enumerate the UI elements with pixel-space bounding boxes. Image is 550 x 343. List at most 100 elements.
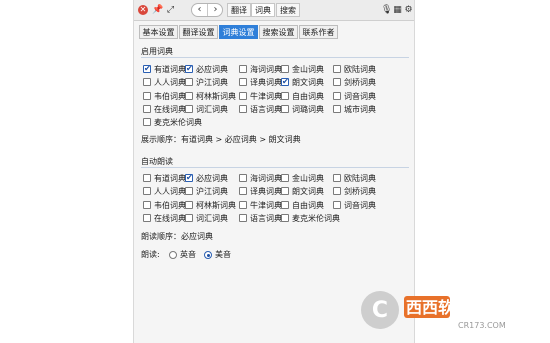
watermark-letter: C [372,298,388,323]
autoread-dictionary-label: 牛津词典 [250,200,282,210]
enabled-dictionary-checkbox[interactable] [143,91,151,100]
autoread-dictionary-label: 柯林斯词典 [196,200,236,210]
tab-search-settings[interactable]: 搜索设置 [259,25,298,39]
accent-radio-uk[interactable] [169,251,177,259]
enabled-dictionary-label: 有道词典 [154,65,186,74]
display-order-text: 展示顺序：有道词典 > 必应词典 > 朗文词典 [141,135,301,144]
autoread-dictionary-label: 语言词典 [250,213,282,223]
autoread-dictionary-label: 译典词典 [250,187,282,197]
enabled-section-title: 启用词典 [141,47,173,56]
topnav-search[interactable]: 搜索 [276,3,300,17]
enabled-dictionary-checkbox[interactable] [143,104,151,113]
read-order-text: 朗读顺序：必应词典 [141,232,213,241]
enabled-dictionary-label: 韦伯词典 [154,91,186,101]
enabled-dictionary-label: 剑桥词典 [344,78,376,88]
autoread-dictionary-checkbox[interactable] [185,213,193,222]
autoread-dictionary-checkbox[interactable] [143,174,151,182]
microphone-icon[interactable]: 🎙 [381,5,392,16]
enabled-dictionary-label: 沪江词典 [196,78,228,88]
enabled-dictionary-label: 在线词典 [154,104,186,114]
autoread-dictionary-checkbox[interactable] [185,172,193,183]
autoread-dictionary-checkbox[interactable] [239,174,247,182]
enabled-dictionary-label: 必应词典 [196,65,228,74]
autoread-dictionary-checkbox[interactable] [281,200,289,209]
accent-label: 朗读: [141,250,160,259]
autoread-dictionary-label: 韦伯词典 [154,200,186,210]
autoread-dictionary-checkbox[interactable] [143,187,151,196]
autoread-dictionary-label: 词音词典 [344,200,376,210]
enabled-dictionary-checkbox[interactable] [239,104,247,113]
close-icon[interactable]: ✕ [138,5,148,15]
enabled-dictionary-checkbox[interactable] [281,76,289,87]
gear-icon[interactable]: ⚙ [403,5,414,16]
autoread-dictionary-label: 人人词典 [154,187,186,197]
divider [141,167,409,168]
enabled-dictionary-checkbox[interactable] [333,91,341,100]
forward-arrow-icon[interactable]: › [208,4,223,16]
accent-radio-us[interactable] [204,251,212,259]
tab-translate-settings[interactable]: 翻译设置 [179,25,218,39]
tab-basic-settings[interactable]: 基本设置 [139,25,178,39]
enabled-dictionary-checkbox[interactable] [143,63,151,74]
enabled-dictionary-label: 译典词典 [250,78,282,88]
enabled-dictionary-checkbox[interactable] [239,91,247,100]
autoread-dictionary-label: 有道词典 [154,174,186,183]
autoread-dictionary-checkbox[interactable] [239,187,247,196]
enabled-dictionary-label: 城市词典 [344,104,376,114]
tab-dictionary-settings[interactable]: 词典设置 [219,25,258,39]
enabled-dictionary-checkbox[interactable] [185,63,193,74]
enabled-dictionary-checkbox[interactable] [333,78,341,87]
enabled-dictionary-checkbox[interactable] [143,118,151,127]
autoread-dictionary-label: 词汇词典 [196,213,228,223]
back-arrow-icon[interactable]: ‹ [192,4,208,16]
enabled-dictionary-label: 牛津词典 [250,91,282,101]
autoread-dictionary-checkbox[interactable] [333,187,341,196]
enabled-dictionary-checkbox[interactable] [185,91,193,100]
autoread-dictionary-label: 朗文词典 [292,187,324,197]
autoread-dictionary-checkbox[interactable] [333,200,341,209]
topnav-translate[interactable]: 翻译 [227,3,251,17]
autoread-dictionary-checkbox[interactable] [143,200,151,209]
enabled-dictionary-label: 人人词典 [154,78,186,88]
autoread-section-title: 自动朗读 [141,157,173,166]
autoread-dictionary-checkbox[interactable] [185,187,193,196]
history-nav: ‹ › [191,3,223,17]
enabled-dictionary-label: 词音词典 [344,91,376,101]
enabled-dictionary-checkbox[interactable] [333,65,341,73]
enabled-dictionary-checkbox[interactable] [281,65,289,73]
enabled-dictionary-checkbox[interactable] [143,78,151,87]
accent-option-us-label: 美音 [215,250,231,259]
enabled-dictionary-checkbox[interactable] [281,91,289,100]
autoread-dictionary-label: 在线词典 [154,213,186,223]
autoread-dictionary-checkbox[interactable] [281,174,289,182]
watermark-url: CR173.COM [458,321,506,330]
autoread-dictionary-label: 金山词典 [292,174,324,183]
autoread-dictionary-checkbox[interactable] [239,213,247,222]
autoread-dictionary-checkbox[interactable] [239,200,247,209]
autoread-dictionary-checkbox[interactable] [281,213,289,222]
enabled-dictionary-checkbox[interactable] [281,104,289,113]
enabled-dictionary-checkbox[interactable] [239,65,247,73]
enabled-dictionary-checkbox[interactable] [185,104,193,113]
autoread-dictionary-checkbox[interactable] [185,200,193,209]
autoread-dictionary-checkbox[interactable] [281,187,289,196]
enabled-dictionary-label: 金山词典 [292,65,324,74]
divider [141,57,409,58]
enabled-dictionary-checkbox[interactable] [333,104,341,113]
autoread-dictionary-checkbox[interactable] [143,213,151,222]
enabled-dictionary-label: 欧陆词典 [344,65,376,74]
tab-contact-author[interactable]: 联系作者 [299,25,338,39]
enabled-dictionary-checkbox[interactable] [185,78,193,87]
autoread-dictionary-label: 欧陆词典 [344,174,376,183]
autoread-dictionary-label: 自由词典 [292,200,324,210]
topnav-dictionary[interactable]: 词典 [251,3,275,17]
accent-option-uk-label: 英音 [180,250,196,259]
autoread-dictionary-checkbox[interactable] [333,174,341,182]
autoread-dictionary-label: 麦克米伦词典 [292,213,340,223]
pin-icon[interactable]: 📌 [152,5,163,16]
fullscreen-icon[interactable]: ⤢ [165,5,176,16]
enabled-dictionary-checkbox[interactable] [239,78,247,87]
autoread-dictionary-label: 沪江词典 [196,187,228,197]
grid-icon[interactable]: ▦ [392,5,403,16]
enabled-dictionary-label: 词汇词典 [196,104,228,114]
